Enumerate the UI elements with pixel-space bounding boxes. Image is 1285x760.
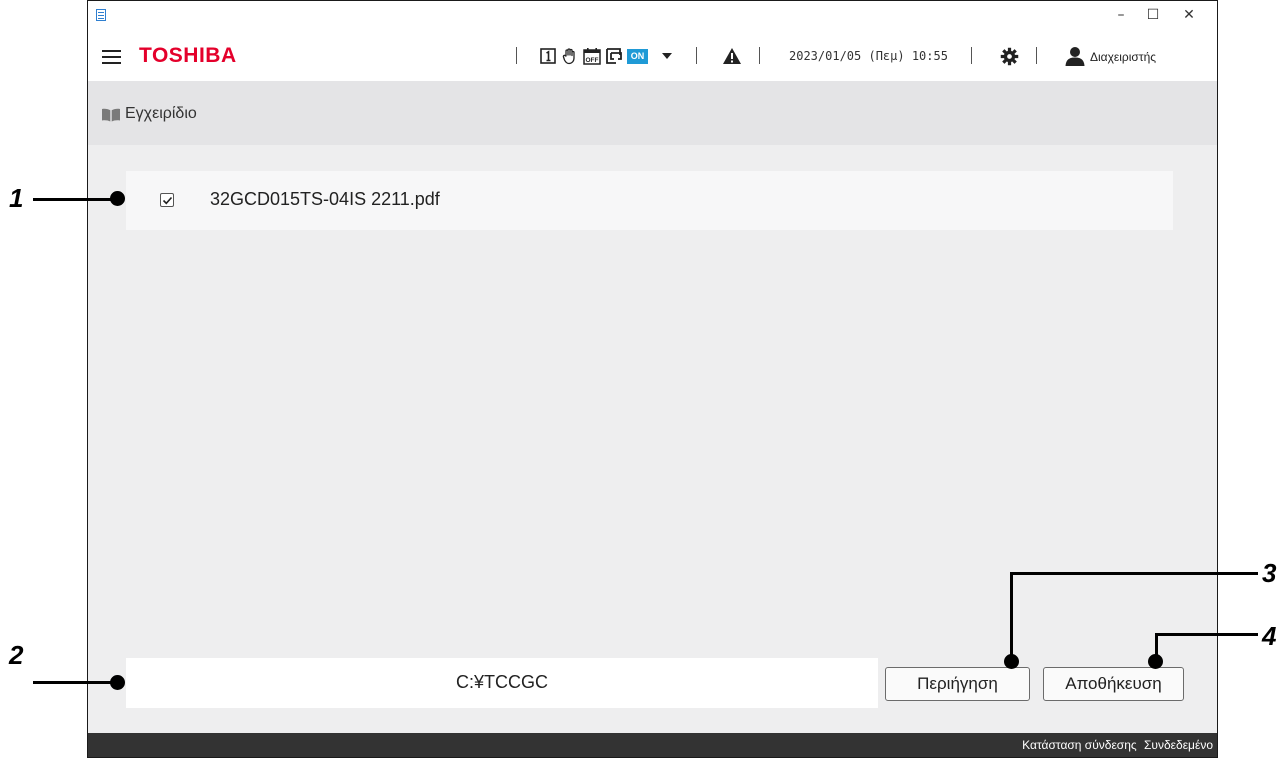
page-title: Εγχειρίδιο <box>125 105 197 122</box>
file-name: 32GCD015TS-04IS 2211.pdf <box>210 189 440 209</box>
save-button[interactable]: Αποθήκευση <box>1043 667 1184 701</box>
app-icon <box>96 9 106 21</box>
file-checkbox[interactable] <box>160 193 174 207</box>
callout-line-2 <box>33 681 118 684</box>
save-path-field[interactable]: C:¥TCCGC <box>126 658 878 708</box>
callout-dot-4 <box>1148 654 1163 669</box>
callout-number-2: 2 <box>9 640 24 670</box>
file-list-item[interactable]: 32GCD015TS-04IS 2211.pdf <box>126 171 1173 230</box>
on-badge: ON <box>627 48 648 64</box>
separator <box>516 47 517 64</box>
callout-line-4a <box>1155 633 1258 636</box>
close-button[interactable]: ✕ <box>1167 3 1211 27</box>
save-path-value: C:¥TCCGC <box>455 672 548 692</box>
title-bar: – ☐ ✕ <box>88 1 1217 31</box>
separator <box>696 47 697 64</box>
status-bar: Κατάσταση σύνδεσης Συνδεδεμένο <box>88 733 1217 757</box>
menu-icon[interactable] <box>102 50 121 64</box>
callout-number-4: 4 <box>1262 621 1277 651</box>
switch-icon[interactable] <box>605 47 623 65</box>
breadcrumb: Εγχειρίδιο <box>88 81 1217 145</box>
dropdown-arrow-icon[interactable] <box>658 47 676 65</box>
svg-text:OFF: OFF <box>586 57 599 64</box>
warning-icon[interactable] <box>722 46 742 66</box>
app-window: – ☐ ✕ TOSHIBA OFF ON 2023/01/05 (Πεμ) 10… <box>87 0 1218 758</box>
settings-gear-icon[interactable] <box>999 46 1019 66</box>
hand-stop-icon[interactable] <box>561 47 579 65</box>
callout-dot-1 <box>110 191 125 206</box>
datetime: 2023/01/05 (Πεμ) 10:55 <box>789 49 948 63</box>
user-name[interactable]: Διαχειριστής <box>1090 50 1156 64</box>
connection-status-value: Συνδεδεμένο <box>1144 738 1213 752</box>
connection-status-label: Κατάσταση σύνδεσης <box>1022 738 1137 752</box>
status-icons: OFF ON <box>539 46 676 66</box>
callout-number-1: 1 <box>9 183 24 213</box>
book-icon <box>101 107 121 122</box>
separator <box>1036 47 1037 64</box>
separator <box>971 47 972 64</box>
browse-button[interactable]: Περιήγηση <box>885 667 1030 701</box>
separator <box>759 47 760 64</box>
user-icon[interactable] <box>1064 45 1086 67</box>
callout-dot-2 <box>110 675 125 690</box>
callout-line-3b <box>1010 572 1013 662</box>
calendar-off-icon[interactable]: OFF <box>583 47 601 65</box>
connection-status: Κατάσταση σύνδεσης Συνδεδεμένο <box>1018 738 1213 752</box>
app-header: TOSHIBA OFF ON 2023/01/05 (Πεμ) 10:55 Δι… <box>88 31 1217 81</box>
brand-logo: TOSHIBA <box>139 44 237 67</box>
callout-line-1 <box>33 198 118 201</box>
callout-line-3a <box>1010 572 1258 575</box>
callout-dot-3 <box>1004 654 1019 669</box>
callout-number-3: 3 <box>1262 558 1277 588</box>
number-one-icon[interactable] <box>539 47 557 65</box>
